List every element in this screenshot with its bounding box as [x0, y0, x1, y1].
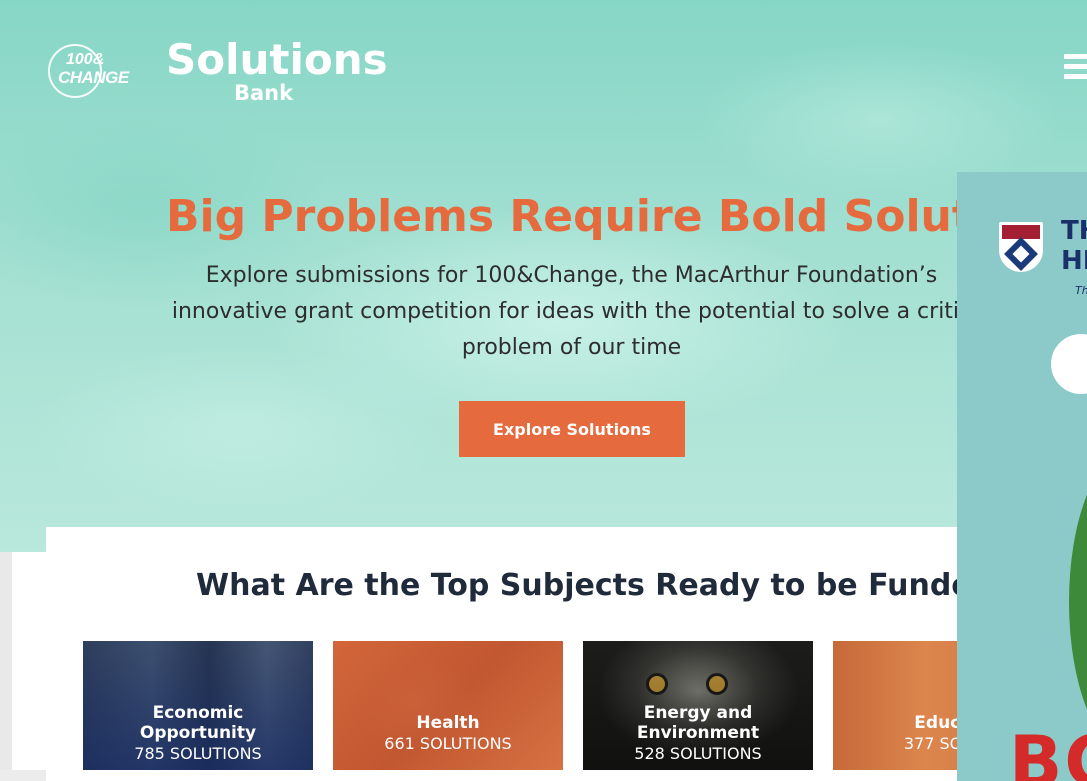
subjects-section-title: What Are the Top Subjects Ready to be Fu…: [196, 568, 1011, 603]
subject-name: Energy and: [643, 703, 753, 723]
logo-subtitle: Bank: [234, 81, 294, 105]
subject-name: Opportunity: [139, 723, 257, 743]
globe-graphic: [1069, 452, 1087, 752]
subject-count: 785 SOLUTIONS: [134, 744, 262, 763]
hero-intro-line: Explore submissions for 100&Change, the …: [205, 263, 938, 288]
ad-big-text: BC: [1009, 721, 1087, 781]
subject-count: 661 SOLUTIONS: [384, 734, 512, 753]
explore-solutions-button[interactable]: Explore Solutions: [459, 401, 685, 457]
hero-intro-line: innovative grant competition for ideas w…: [171, 299, 972, 324]
university-crest-icon: [999, 222, 1043, 272]
hamburger-menu-icon[interactable]: [1064, 54, 1087, 84]
subject-name: Economic: [152, 703, 244, 723]
subject-tile-health[interactable]: Health 661 SOLUTIONS: [333, 641, 563, 770]
advertisement-panel[interactable]: THE HIG The BC: [957, 172, 1087, 781]
subject-tile-economic-opportunity[interactable]: Economic Opportunity 785 SOLUTIONS: [83, 641, 313, 770]
site-logo[interactable]: 100& CHANGE Solutions Bank: [48, 36, 388, 110]
subject-name: Health: [416, 713, 480, 733]
subject-count: 528 SOLUTIONS: [634, 744, 762, 763]
ad-headline: THE HIG: [1061, 216, 1087, 276]
hero-intro: Explore submissions for 100&Change, the …: [0, 258, 1087, 366]
100-change-logo-icon: 100& CHANGE: [48, 44, 148, 98]
hero-headline: Big Problems Require Bold Solution: [166, 191, 1050, 242]
ad-tagline: The: [1075, 284, 1087, 297]
subject-tile-energy-environment[interactable]: Energy and Environment 528 SOLUTIONS: [583, 641, 813, 770]
page-gutter: [0, 552, 12, 781]
hero-intro-line: problem of our time: [461, 335, 682, 360]
cloud-graphic: [1051, 334, 1087, 394]
logo-title: Solutions: [166, 35, 388, 84]
subject-name: Environment: [636, 723, 760, 743]
